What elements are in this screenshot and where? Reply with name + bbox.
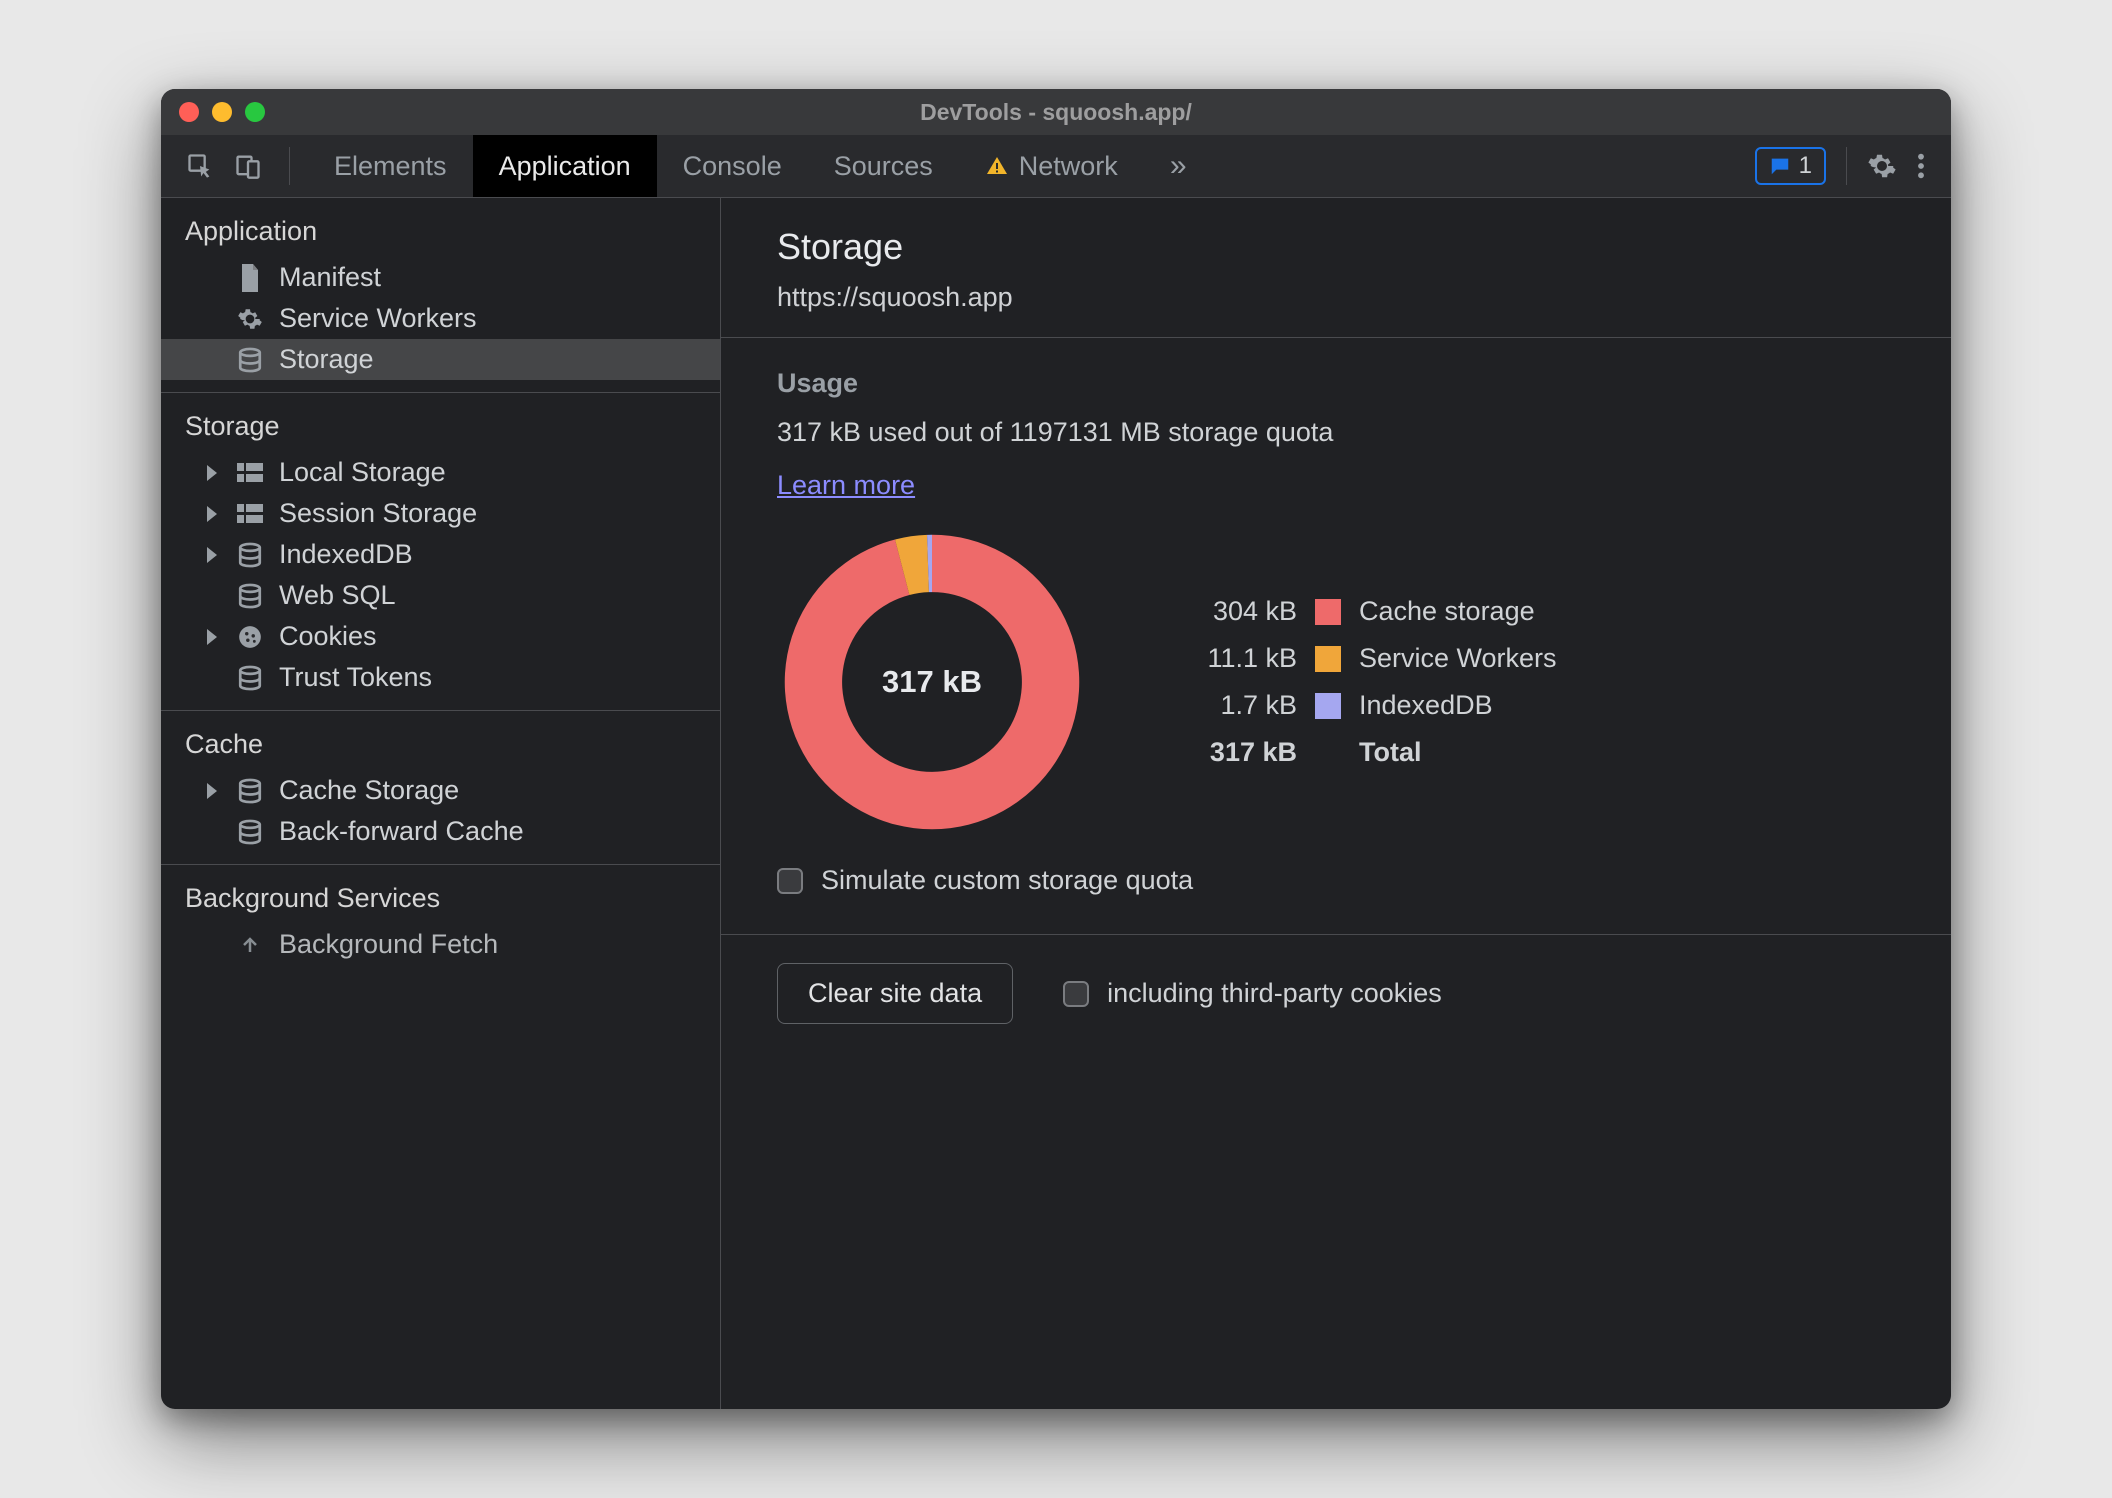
legend-swatch (1315, 599, 1341, 625)
database-icon (235, 540, 265, 570)
usage-donut-chart: 317 kB (777, 527, 1087, 837)
sidebar-item-websql[interactable]: Web SQL (161, 575, 720, 616)
minimize-window-button[interactable] (212, 102, 232, 122)
database-icon (235, 345, 265, 375)
sidebar-item-background-fetch[interactable]: Background Fetch (161, 924, 720, 965)
usage-heading: Usage (777, 368, 1895, 399)
clear-site-data-button[interactable]: Clear site data (777, 963, 1013, 1024)
inspect-element-icon[interactable] (185, 151, 215, 181)
expand-icon (207, 629, 217, 645)
sidebar-item-manifest[interactable]: Manifest (161, 257, 720, 298)
devtools-tabs: Elements Application Console Sources Net… (308, 135, 1213, 197)
usage-legend: 304 kB Cache storage 11.1 kB Service Wor… (1167, 588, 1557, 776)
legend-row-total: 317 kB Total (1167, 729, 1557, 776)
sidebar-item-cache-storage[interactable]: Cache Storage (161, 770, 720, 811)
expand-icon (207, 547, 217, 563)
more-tabs-button[interactable]: » (1144, 135, 1213, 197)
storage-panel: Storage https://squoosh.app Usage 317 kB… (721, 198, 1951, 1409)
close-window-button[interactable] (179, 102, 199, 122)
sidebar-item-bfcache[interactable]: Back-forward Cache (161, 811, 720, 852)
file-icon (235, 263, 265, 293)
sidebar-group-storage: Storage (161, 393, 720, 452)
grid-icon (235, 458, 265, 488)
third-party-cookies-checkbox[interactable] (1063, 981, 1089, 1007)
application-sidebar: Application Manifest Service Workers Sto… (161, 198, 721, 1409)
devtools-window: DevTools - squoosh.app/ Elements Applica… (161, 89, 1951, 1409)
sidebar-item-storage[interactable]: Storage (161, 339, 720, 380)
database-icon (235, 581, 265, 611)
settings-icon[interactable] (1867, 151, 1897, 181)
tab-application[interactable]: Application (473, 135, 657, 197)
tab-network[interactable]: Network (959, 135, 1144, 197)
sidebar-item-indexeddb[interactable]: IndexedDB (161, 534, 720, 575)
learn-more-link[interactable]: Learn more (777, 470, 915, 500)
legend-swatch (1315, 646, 1341, 672)
cookie-icon (235, 622, 265, 652)
simulate-quota-label: Simulate custom storage quota (821, 865, 1193, 896)
issues-button[interactable]: 1 (1755, 147, 1826, 185)
gear-icon (235, 304, 265, 334)
upload-icon (235, 930, 265, 960)
tab-console[interactable]: Console (657, 135, 808, 197)
sidebar-item-local-storage[interactable]: Local Storage (161, 452, 720, 493)
sidebar-group-application: Application (161, 198, 720, 257)
window-title: DevTools - squoosh.app/ (920, 99, 1192, 126)
database-icon (235, 817, 265, 847)
warning-icon (985, 154, 1009, 178)
sidebar-item-service-workers[interactable]: Service Workers (161, 298, 720, 339)
sidebar-group-cache: Cache (161, 711, 720, 770)
maximize-window-button[interactable] (245, 102, 265, 122)
page-title: Storage (777, 226, 1895, 268)
legend-row-sw: 11.1 kB Service Workers (1167, 635, 1557, 682)
legend-row-cache: 304 kB Cache storage (1167, 588, 1557, 635)
window-titlebar: DevTools - squoosh.app/ (161, 89, 1951, 135)
simulate-quota-checkbox[interactable] (777, 868, 803, 894)
chat-icon (1769, 155, 1791, 177)
sidebar-item-cookies[interactable]: Cookies (161, 616, 720, 657)
expand-icon (207, 506, 217, 522)
sidebar-group-background-services: Background Services (161, 865, 720, 924)
expand-icon (207, 465, 217, 481)
sidebar-item-trust-tokens[interactable]: Trust Tokens (161, 657, 720, 698)
legend-row-idb: 1.7 kB IndexedDB (1167, 682, 1557, 729)
storage-origin: https://squoosh.app (777, 282, 1895, 313)
third-party-cookies-label: including third-party cookies (1107, 978, 1442, 1009)
legend-swatch (1315, 693, 1341, 719)
donut-center-label: 317 kB (777, 527, 1087, 837)
sidebar-item-session-storage[interactable]: Session Storage (161, 493, 720, 534)
tab-sources[interactable]: Sources (808, 135, 959, 197)
devtools-toolbar: Elements Application Console Sources Net… (161, 135, 1951, 198)
usage-summary: 317 kB used out of 1197131 MB storage qu… (777, 417, 1895, 448)
tab-elements[interactable]: Elements (308, 135, 473, 197)
kebab-menu-icon[interactable] (1911, 151, 1931, 181)
expand-icon (207, 783, 217, 799)
database-icon (235, 663, 265, 693)
device-toolbar-icon[interactable] (233, 151, 263, 181)
window-controls (179, 102, 265, 122)
database-icon (235, 776, 265, 806)
issues-count: 1 (1799, 152, 1812, 180)
grid-icon (235, 499, 265, 529)
